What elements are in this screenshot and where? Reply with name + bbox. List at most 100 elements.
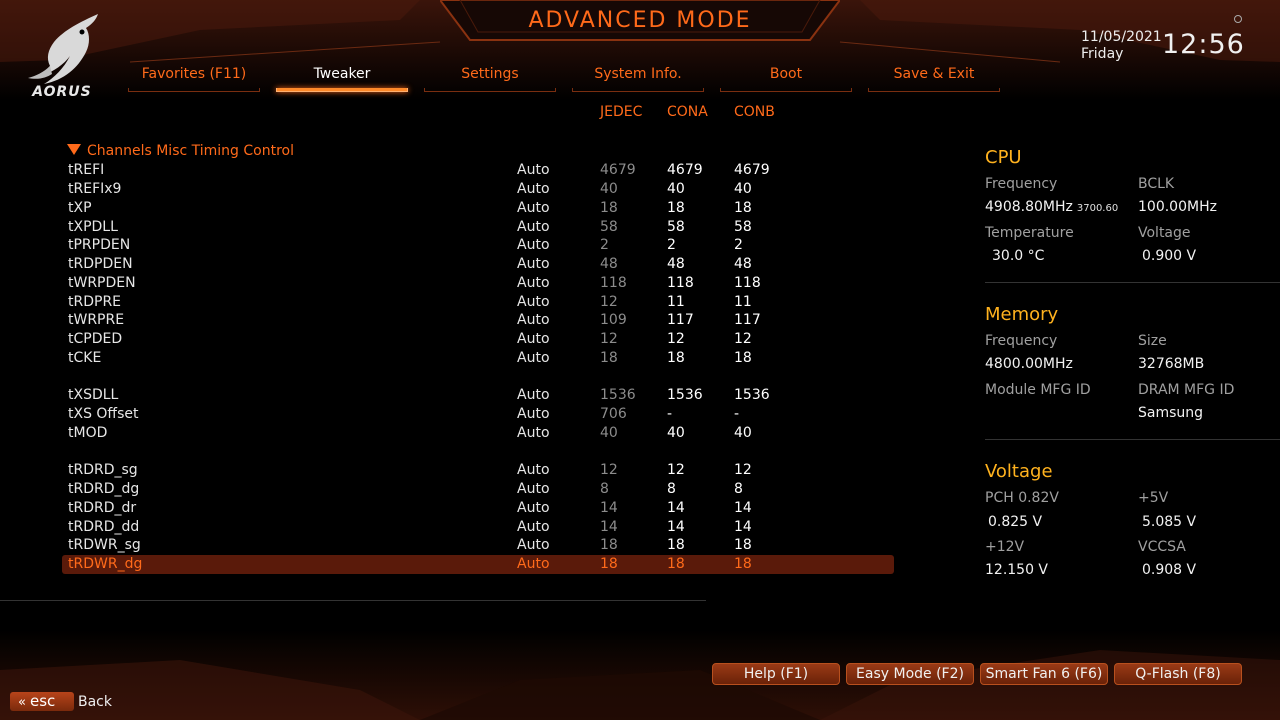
column-header-cona: CONA <box>667 104 708 120</box>
timing-jedec: 4679 <box>600 162 636 178</box>
timing-row-trefi[interactable]: tREFI Auto 4679 4679 4679 <box>62 161 894 180</box>
timing-conb: 118 <box>734 275 761 291</box>
timing-row-tprpden[interactable]: tPRPDEN Auto 2 2 2 <box>62 236 894 255</box>
timing-conb: 18 <box>734 200 752 216</box>
timing-value: Auto <box>517 350 550 366</box>
timing-conb: 12 <box>734 331 752 347</box>
timing-jedec: 14 <box>600 500 618 516</box>
timing-row-trdrd_dg[interactable]: tRDRD_dg Auto 8 8 8 <box>62 480 894 499</box>
dram-mfg-value: Samsung <box>1138 405 1204 421</box>
help-button[interactable]: Help (F1) <box>712 663 840 685</box>
timing-row-txp[interactable]: tXP Auto 18 18 18 <box>62 199 894 218</box>
triangle-down-icon <box>67 144 81 155</box>
divider <box>0 600 706 601</box>
timing-conb: 18 <box>734 537 752 553</box>
dram-mfg-label: DRAM MFG ID <box>1138 382 1235 398</box>
timing-row-txsdll[interactable]: tXSDLL Auto 1536 1536 1536 <box>62 386 894 405</box>
timing-value: Auto <box>517 294 550 310</box>
timing-row-trdpre[interactable]: tRDPRE Auto 12 11 11 <box>62 293 894 312</box>
timing-value: Auto <box>517 219 550 235</box>
tab-label: Save & Exit <box>893 66 975 82</box>
timing-cona: 11 <box>667 294 685 310</box>
timing-cona: - <box>667 406 673 422</box>
tab-system-info[interactable]: System Info. <box>572 66 704 92</box>
timing-cona: 18 <box>667 537 685 553</box>
timing-row-txpdll[interactable]: tXPDLL Auto 58 58 58 <box>62 218 894 237</box>
timing-row-twrpre[interactable]: tWRPRE Auto 109 117 117 <box>62 311 894 330</box>
cpu-bclk-label: BCLK <box>1138 176 1175 192</box>
timing-jedec: 12 <box>600 462 618 478</box>
timing-value: Auto <box>517 331 550 347</box>
timing-conb: 4679 <box>734 162 770 178</box>
timing-row-tcpded[interactable]: tCPDED Auto 12 12 12 <box>62 330 894 349</box>
timing-cona: 14 <box>667 519 685 535</box>
timing-cona: 12 <box>667 331 685 347</box>
tab-favorites[interactable]: Favorites (F11) <box>128 66 260 92</box>
timing-row-twrpden[interactable]: tWRPDEN Auto 118 118 118 <box>62 274 894 293</box>
module-mfg-label: Module MFG ID <box>985 382 1091 398</box>
double-chevron-left-icon: « <box>18 695 26 710</box>
tab-tweaker[interactable]: Tweaker <box>276 66 408 92</box>
timing-jedec: 12 <box>600 294 618 310</box>
timing-name: tRDWR_dg <box>68 556 143 572</box>
timing-value: Auto <box>517 162 550 178</box>
cpu-frequency-text: 4908.80MHz <box>985 199 1073 215</box>
cpu-voltage-label: Voltage <box>1138 225 1191 241</box>
timing-value: Auto <box>517 406 550 422</box>
cpu-frequency-sub: 3700.60 <box>1076 203 1119 214</box>
timing-value: Auto <box>517 237 550 253</box>
timing-value: Auto <box>517 519 550 535</box>
timing-cona: 2 <box>667 237 676 253</box>
timing-cona: 18 <box>667 350 685 366</box>
timing-row-trdrd_sg[interactable]: tRDRD_sg Auto 12 12 12 <box>62 461 894 480</box>
p12v-label: +12V <box>985 539 1025 555</box>
aorus-wordmark: AORUS <box>32 84 92 100</box>
timing-cona: 8 <box>667 481 676 497</box>
timing-row-txs-offset[interactable]: tXS Offset Auto 706 - - <box>62 405 894 424</box>
timing-row-trdrd_dr[interactable]: tRDRD_dr Auto 14 14 14 <box>62 499 894 518</box>
timing-conb: - <box>734 406 740 422</box>
timing-row-trefix9[interactable]: tREFIx9 Auto 40 40 40 <box>62 180 894 199</box>
timing-conb: 117 <box>734 312 761 328</box>
tab-boot[interactable]: Boot <box>720 66 852 92</box>
timing-value: Auto <box>517 312 550 328</box>
timing-cona: 18 <box>667 200 685 216</box>
timing-row-trdrd_dd[interactable]: tRDRD_dd Auto 14 14 14 <box>62 518 894 537</box>
esc-label: esc <box>29 692 56 710</box>
q-flash-button[interactable]: Q-Flash (F8) <box>1114 663 1242 685</box>
timing-row-trdwr_sg[interactable]: tRDWR_sg Auto 18 18 18 <box>62 536 894 555</box>
section-label: Channels Misc Timing Control <box>87 143 294 159</box>
timing-name: tRDPRE <box>68 294 122 310</box>
cpu-title: CPU <box>985 147 1022 168</box>
section-header[interactable]: Channels Misc Timing Control <box>67 143 294 159</box>
timing-name: tREFIx9 <box>68 181 122 197</box>
timing-row-trdwr_dg[interactable]: tRDWR_dg Auto 18 18 18 <box>62 555 894 574</box>
timing-cona: 40 <box>667 181 685 197</box>
column-header-conb: CONB <box>734 104 775 120</box>
pch-label: PCH 0.82V <box>985 490 1059 506</box>
p5v-value: 5.085 V <box>1142 514 1197 530</box>
timing-cona: 18 <box>667 556 685 572</box>
clock-settings-icon[interactable] <box>1234 15 1242 23</box>
timing-row-tmod[interactable]: tMOD Auto 40 40 40 <box>62 424 894 443</box>
timing-name: tXP <box>68 200 92 216</box>
tab-settings[interactable]: Settings <box>424 66 556 92</box>
timing-conb: 40 <box>734 425 752 441</box>
esc-button[interactable]: «esc <box>10 692 74 711</box>
tab-label: Boot <box>769 66 803 82</box>
timing-jedec: 18 <box>600 537 618 553</box>
timing-cona: 48 <box>667 256 685 272</box>
timing-jedec: 109 <box>600 312 627 328</box>
timing-cona: 58 <box>667 219 685 235</box>
smart-fan-button[interactable]: Smart Fan 6 (F6) <box>980 663 1108 685</box>
timing-row-trdpden[interactable]: tRDPDEN Auto 48 48 48 <box>62 255 894 274</box>
timing-value: Auto <box>517 500 550 516</box>
timing-jedec: 48 <box>600 256 618 272</box>
timing-cona: 4679 <box>667 162 703 178</box>
timing-row-tcke[interactable]: tCKE Auto 18 18 18 <box>62 349 894 368</box>
cpu-frequency-label: Frequency <box>985 176 1058 192</box>
timing-conb: 40 <box>734 181 752 197</box>
easy-mode-button[interactable]: Easy Mode (F2) <box>846 663 974 685</box>
panel-divider <box>985 282 1280 283</box>
tab-save-exit[interactable]: Save & Exit <box>868 66 1000 92</box>
